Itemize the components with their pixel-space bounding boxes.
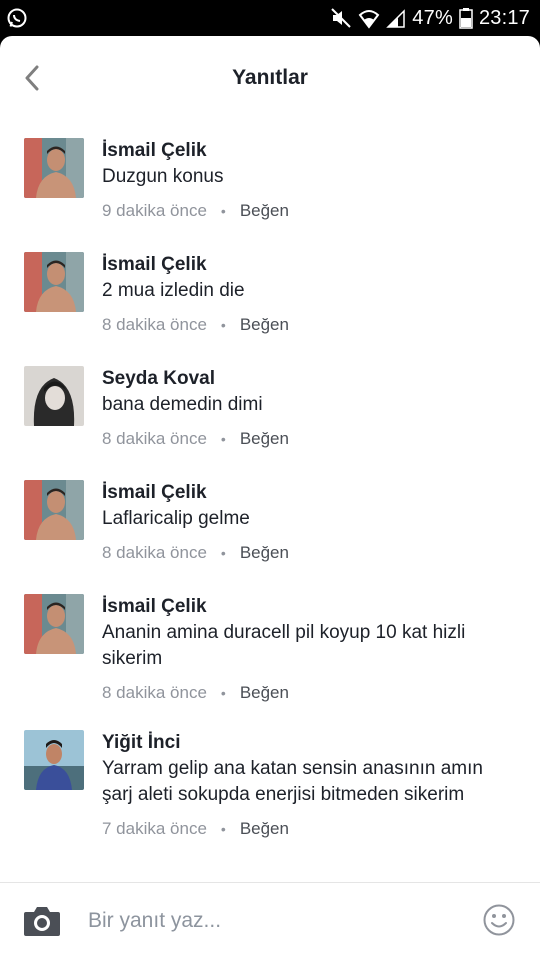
- camera-icon: [24, 907, 60, 936]
- comment-meta: 8 dakika önce • Beğen: [102, 314, 516, 336]
- comment-meta: 7 dakika önce • Beğen: [102, 818, 516, 840]
- separator-dot: •: [220, 545, 226, 561]
- whatsapp-notification-icon: [7, 8, 27, 28]
- comment-text: bana demedin dimi: [102, 394, 263, 415]
- comment-body: İsmail Çelik Duzgun konus 9 dakika önce …: [102, 138, 516, 222]
- comment-text: Ananin amina duracell pil koyup 10 kat h…: [102, 622, 466, 669]
- page-title: Yanıtlar: [232, 66, 308, 89]
- comment-text: Laflaricalip gelme: [102, 508, 250, 529]
- like-button[interactable]: Beğen: [240, 314, 289, 336]
- signal-icon: [386, 9, 406, 28]
- comment-timestamp: 8 dakika önce: [102, 315, 207, 334]
- separator-dot: •: [220, 431, 226, 447]
- avatar[interactable]: [24, 252, 84, 312]
- like-button[interactable]: Beğen: [240, 682, 289, 704]
- camera-button[interactable]: [22, 903, 62, 939]
- like-button[interactable]: Beğen: [240, 428, 289, 450]
- comment-timestamp: 8 dakika önce: [102, 543, 207, 562]
- comment-body: Yiğit İnci Yarram gelip ana katan sensin…: [102, 730, 516, 840]
- like-button[interactable]: Beğen: [240, 818, 289, 840]
- comment-meta: 8 dakika önce • Beğen: [102, 428, 516, 450]
- replies-sheet: Yanıtlar İsmail Çelik Duzgun konus 9 dak…: [0, 36, 540, 960]
- emoji-button[interactable]: [482, 903, 516, 937]
- reply-composer: [0, 882, 540, 960]
- comment-meta: 8 dakika önce • Beğen: [102, 682, 516, 704]
- avatar[interactable]: [24, 730, 84, 790]
- smiley-icon: [483, 904, 515, 936]
- comment-timestamp: 8 dakika önce: [102, 429, 207, 448]
- mute-icon: [331, 8, 352, 28]
- comment-body: Seyda Koval bana demedin dimi 8 dakika ö…: [102, 366, 516, 450]
- wifi-icon: [358, 10, 380, 29]
- status-bar: 47% 23:17: [0, 0, 540, 36]
- comment-body: İsmail Çelik Ananin amina duracell pil k…: [102, 594, 516, 704]
- comment-body: İsmail Çelik Laflaricalip gelme 8 dakika…: [102, 480, 516, 564]
- comment-timestamp: 7 dakika önce: [102, 819, 207, 838]
- avatar[interactable]: [24, 594, 84, 654]
- separator-dot: •: [220, 685, 226, 701]
- commenter-name[interactable]: İsmail Çelik: [102, 480, 516, 506]
- comment-text: Yarram gelip ana katan sensin anasının a…: [102, 758, 483, 805]
- like-button[interactable]: Beğen: [240, 200, 289, 222]
- battery-icon: [459, 8, 473, 29]
- clock: 23:17: [478, 6, 530, 29]
- commenter-name[interactable]: Yiğit İnci: [102, 730, 516, 756]
- comment-body: İsmail Çelik 2 mua izledin die 8 dakika …: [102, 252, 516, 336]
- separator-dot: •: [220, 203, 226, 219]
- comment-text: 2 mua izledin die: [102, 280, 245, 301]
- avatar[interactable]: [24, 138, 84, 198]
- separator-dot: •: [220, 821, 226, 837]
- battery-percent: 47%: [412, 6, 453, 29]
- separator-dot: •: [220, 317, 226, 333]
- avatar[interactable]: [24, 480, 84, 540]
- comment-timestamp: 9 dakika önce: [102, 201, 207, 220]
- commenter-name[interactable]: Seyda Koval: [102, 366, 516, 392]
- header: Yanıtlar: [0, 36, 540, 120]
- commenter-name[interactable]: İsmail Çelik: [102, 594, 516, 620]
- like-button[interactable]: Beğen: [240, 542, 289, 564]
- comment-meta: 9 dakika önce • Beğen: [102, 200, 516, 222]
- avatar[interactable]: [24, 366, 84, 426]
- commenter-name[interactable]: İsmail Çelik: [102, 252, 516, 278]
- commenter-name[interactable]: İsmail Çelik: [102, 138, 516, 164]
- comment-meta: 8 dakika önce • Beğen: [102, 542, 516, 564]
- comment-timestamp: 8 dakika önce: [102, 683, 207, 702]
- comment-text: Duzgun konus: [102, 166, 224, 187]
- reply-input[interactable]: [88, 901, 458, 941]
